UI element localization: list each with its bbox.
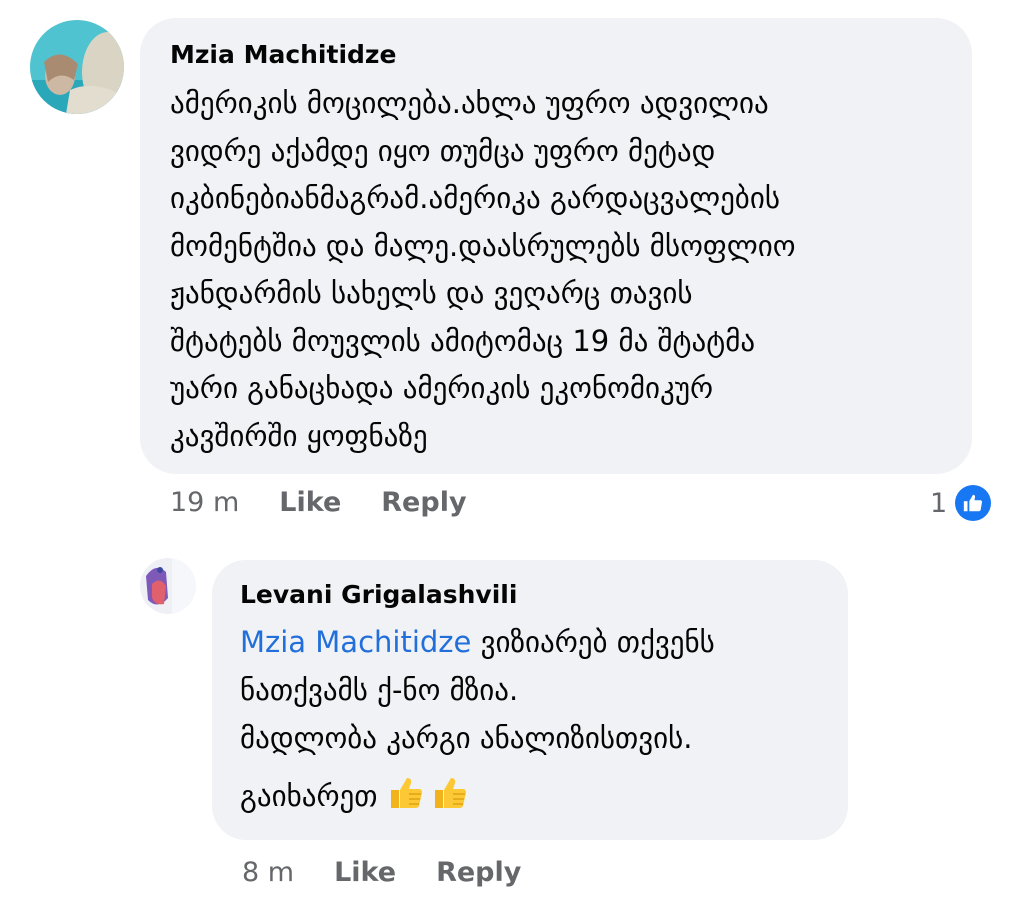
reply-author[interactable]: Levani Grigalashvili bbox=[240, 580, 820, 610]
comment-text-line: ამერიკის მოცილება.ახლა უფრო ადვილია bbox=[170, 86, 769, 120]
comment-text-line: მომენტშია და მალე.დაასრულებს მსოფლიო bbox=[170, 228, 796, 263]
comment-text: ამერიკის მოცილება.ახლა უფრო ადვილია ვიდრ… bbox=[170, 80, 942, 460]
comment-text-line: კავშირში ყოფნაზე bbox=[170, 418, 428, 453]
reply-timestamp[interactable]: 8 m bbox=[242, 857, 294, 888]
reply-text: Mzia Machitidze ვიზიარებ თქვენს ნათქვამს… bbox=[240, 618, 820, 826]
comment-timestamp[interactable]: 19 m bbox=[170, 487, 239, 518]
reply-button[interactable]: Reply bbox=[381, 487, 466, 518]
reply-actions: 8 m Like Reply bbox=[242, 857, 561, 888]
reaction-count: 1 bbox=[930, 487, 948, 519]
reply-text-fragment: ვიზიარებ თქვენს bbox=[471, 625, 715, 659]
reply-text-line: მადლობა კარგი ანალიზისთვის. bbox=[240, 721, 693, 755]
mention-link[interactable]: Mzia Machitidze bbox=[240, 625, 471, 659]
reply-text-line: ნათქვამს ქ-ნო მზია. bbox=[240, 673, 519, 707]
comment-actions: 19 m Like Reply bbox=[170, 487, 507, 518]
avatar-mzia[interactable] bbox=[30, 20, 124, 114]
reply-button[interactable]: Reply bbox=[436, 857, 521, 888]
comment-text-line: იკბინებიანმაგრამ.ამერიკა გარდაცვალების bbox=[170, 181, 780, 215]
comment-text-line: შტატებს მოუვლის ამიტომაც 19 მა შტატმა bbox=[170, 323, 756, 358]
comment-text-line: ჟანდარმის სახელს და ვეღარც თავის bbox=[170, 276, 693, 310]
like-button[interactable]: Like bbox=[334, 857, 396, 888]
reply-text-line: Mzia Machitidze ვიზიარებ თქვენს bbox=[240, 618, 820, 666]
comment-text-line: ვიდრე აქამდე იყო თუმცა უფრო მეტად bbox=[170, 133, 716, 168]
reaction-summary[interactable]: 1 bbox=[930, 485, 992, 521]
comment-author[interactable]: Mzia Machitidze bbox=[170, 40, 942, 70]
comment-bubble: Mzia Machitidze ამერიკის მოცილება.ახლა უ… bbox=[140, 18, 972, 474]
thumbs-up-emoji bbox=[387, 772, 471, 826]
reply-bubble: Levani Grigalashvili Mzia Machitidze ვიზ… bbox=[212, 560, 848, 840]
like-button[interactable]: Like bbox=[279, 487, 341, 518]
like-thumb-icon bbox=[955, 485, 992, 521]
reply-text-fragment: გაიხარეთ bbox=[240, 779, 378, 813]
comment-text-line: უარი განაცხადა ამერიკის ეკონომიკურ bbox=[170, 371, 714, 405]
avatar-levani[interactable] bbox=[140, 558, 196, 614]
reply-text-line: გაიხარეთ bbox=[240, 772, 820, 826]
